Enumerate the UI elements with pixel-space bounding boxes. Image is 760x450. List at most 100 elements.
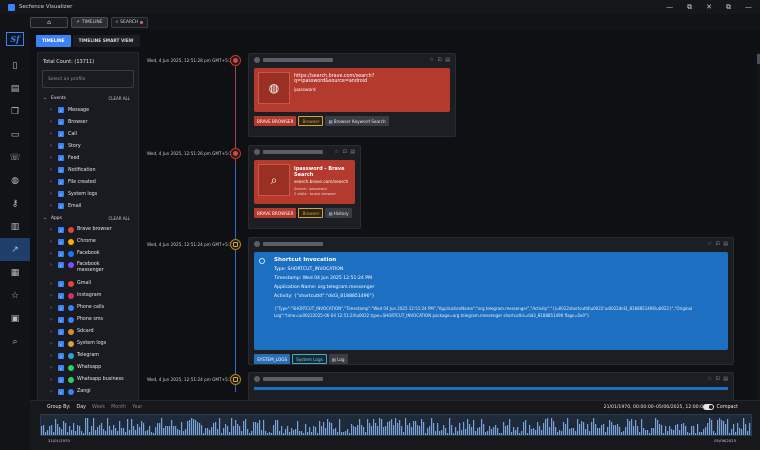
chevron-right-icon[interactable]: › [50, 281, 58, 287]
tab-timeline[interactable]: TIMELINE [36, 35, 71, 47]
chevron-right-icon[interactable]: › [50, 143, 58, 149]
star-icon[interactable]: ☆ [0, 284, 30, 307]
checkbox[interactable]: ✓ [58, 239, 64, 245]
chip-source[interactable]: SYSTEM_LOGS [254, 354, 291, 364]
chevron-right-icon[interactable]: › [50, 167, 58, 173]
app-filter-item[interactable]: › ✓ Zangi [38, 386, 138, 398]
chip-source[interactable]: BRAVE BROWSER [254, 116, 297, 126]
files-icon[interactable]: ❐ [0, 100, 30, 123]
chip-type[interactable]: ▤ Browser Keyword Search [325, 116, 389, 126]
chevron-down-icon[interactable]: ⌄ [43, 95, 51, 101]
event-filter-item[interactable]: › ✓ Email [38, 200, 138, 212]
chevron-right-icon[interactable]: › [50, 317, 58, 323]
checkbox[interactable]: ✓ [58, 281, 64, 287]
activity-histogram[interactable] [40, 414, 752, 436]
event-filter-item[interactable]: › ✓ Story [38, 140, 138, 152]
card-actions[interactable]: ☆ ⊡ ▤ [707, 241, 729, 247]
browser-marker-icon[interactable] [230, 148, 241, 159]
device-icon[interactable]: ▯ [0, 54, 30, 77]
system-log-marker-icon[interactable] [230, 374, 241, 385]
app-filter-item[interactable]: › ✓ System logs [38, 338, 138, 350]
chevron-right-icon[interactable]: › [50, 119, 58, 125]
checkbox[interactable]: ✓ [58, 131, 64, 137]
checkbox[interactable]: ✓ [58, 251, 64, 257]
timeline-card[interactable]: ☆ ⊡ ▤ ⌕ ipassword - Brave Search search.… [248, 145, 361, 229]
search-nav-button[interactable]: ⌕ SEARCH [110, 16, 149, 28]
group-week[interactable]: Week [92, 405, 105, 410]
browser-marker-icon[interactable] [230, 55, 241, 66]
apps-icon[interactable]: ▥ [0, 215, 30, 238]
events-clear-all[interactable]: CLEAR ALL [108, 96, 130, 101]
checkbox[interactable]: ✓ [58, 317, 64, 323]
checkbox[interactable]: ✓ [58, 377, 64, 383]
close-icon[interactable]: ✕ [706, 3, 712, 11]
app-filter-item[interactable]: › ✓ Telegram [38, 350, 138, 362]
card-actions[interactable]: ☆ ⊡ ▤ [429, 57, 451, 63]
checkbox[interactable]: ✓ [58, 167, 64, 173]
checkbox[interactable]: ✓ [58, 365, 64, 371]
checkbox[interactable]: ✓ [58, 119, 64, 125]
event-filter-item[interactable]: › ✓ Notification [38, 164, 138, 176]
group-year[interactable]: Year [132, 405, 142, 410]
home-button[interactable]: ⌂ [30, 16, 68, 28]
events-section[interactable]: ⌄ Events CLEAR ALL [38, 92, 138, 104]
apps-clear-all[interactable]: CLEAR ALL [108, 216, 130, 221]
checkbox[interactable]: ✓ [58, 305, 64, 311]
key-icon[interactable]: ⚷ [0, 192, 30, 215]
chevron-right-icon[interactable]: › [50, 131, 58, 137]
app-filter-item[interactable]: › ✓ Facebook [38, 248, 138, 260]
group-month[interactable]: Month [111, 405, 126, 410]
app-filter-item[interactable]: › ✓ Sdcard [38, 326, 138, 338]
chip-category[interactable]: Browser [298, 208, 324, 218]
checkbox[interactable]: ✓ [58, 179, 64, 185]
chevron-right-icon[interactable]: › [50, 329, 58, 335]
app-filter-item[interactable]: › ✓ Whatsapp business [38, 374, 138, 386]
chip-category[interactable]: Browser [298, 116, 324, 126]
app-filter-item[interactable]: › ✓ Gmail [38, 278, 138, 290]
event-filter-item[interactable]: › ✓ Feed [38, 152, 138, 164]
chevron-right-icon[interactable]: › [50, 191, 58, 197]
card-actions[interactable]: ☆ ⊡ ▤ [334, 149, 356, 155]
result-url[interactable]: https://search.brave.com/search?q=ipassw… [294, 74, 446, 84]
card-actions[interactable]: ☆ ⊡ ▤ [707, 376, 729, 382]
checkbox[interactable]: ✓ [58, 191, 64, 197]
chip-type[interactable]: ▤ History [325, 208, 352, 218]
app-filter-item[interactable]: › ✓ Instagram [38, 290, 138, 302]
chevron-down-icon[interactable]: ⌄ [43, 215, 51, 221]
checkbox[interactable]: ✓ [58, 293, 64, 299]
tab-timeline-smart-view[interactable]: TIMELINE SMART VIEW [72, 35, 140, 47]
media-icon[interactable]: ▣ [0, 307, 30, 330]
chevron-right-icon[interactable]: › [50, 365, 58, 371]
chip-source[interactable]: BRAVE BROWSER [254, 208, 297, 218]
timeline-nav-button[interactable]: ↗ TIMELINE [71, 16, 108, 28]
app-filter-item[interactable]: › ✓ Facebook messenger [38, 260, 138, 278]
maximize-icon[interactable]: ⧉ [726, 3, 731, 12]
chevron-right-icon[interactable]: › [50, 389, 58, 395]
minimize-icon[interactable]: — [666, 3, 673, 11]
chevron-right-icon[interactable]: › [50, 155, 58, 161]
chevron-right-icon[interactable]: › [50, 262, 58, 268]
calls-icon[interactable]: ☏ [0, 146, 30, 169]
notes-icon[interactable]: ▦ [0, 261, 30, 284]
history-url[interactable]: search.brave.com/search [294, 180, 351, 185]
chevron-right-icon[interactable]: › [50, 305, 58, 311]
chip-category[interactable]: System Logs [292, 354, 327, 364]
restore-icon[interactable]: ⧉ [687, 3, 692, 12]
checkbox[interactable]: ✓ [58, 329, 64, 335]
timeline-icon[interactable]: ↗ [0, 238, 30, 261]
close-dot-icon[interactable] [140, 20, 144, 24]
chevron-right-icon[interactable]: › [50, 353, 58, 359]
event-filter-item[interactable]: › ✓ Call [38, 128, 138, 140]
chevron-right-icon[interactable]: › [50, 251, 58, 257]
checkbox[interactable]: ✓ [58, 143, 64, 149]
system-log-marker-icon[interactable] [230, 239, 241, 250]
chevron-right-icon[interactable]: › [50, 107, 58, 113]
app-filter-item[interactable]: › ✓ Whatsapp [38, 362, 138, 374]
app-filter-item[interactable]: › ✓ Chrome [38, 236, 138, 248]
app-filter-item[interactable]: › ✓ Phone calls [38, 302, 138, 314]
event-filter-item[interactable]: › ✓ Message [38, 104, 138, 116]
checkbox[interactable]: ✓ [58, 341, 64, 347]
event-filter-item[interactable]: › ✓ Browser [38, 116, 138, 128]
chevron-right-icon[interactable]: › [50, 203, 58, 209]
chevron-right-icon[interactable]: › [50, 239, 58, 245]
